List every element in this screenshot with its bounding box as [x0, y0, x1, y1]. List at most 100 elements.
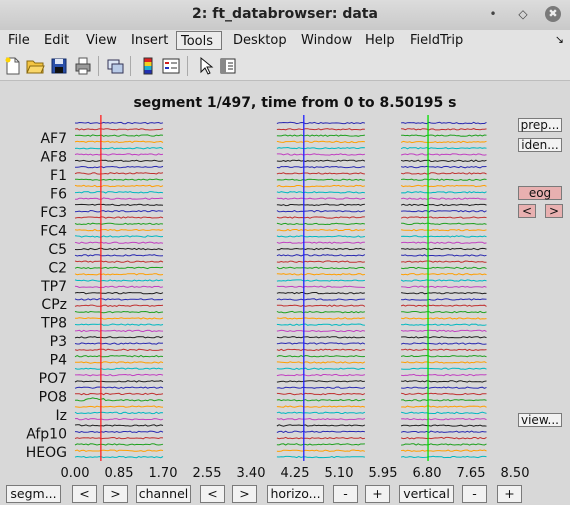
- eeg-trace: [276, 323, 365, 326]
- eeg-trace: [276, 235, 365, 238]
- eeg-trace: [401, 241, 487, 244]
- eeg-trace: [74, 411, 164, 415]
- x-tick-label: 2.55: [193, 466, 222, 481]
- eeg-trace: [74, 121, 164, 125]
- eeg-trace: [74, 336, 164, 339]
- link-figure-icon[interactable]: [105, 56, 125, 76]
- eeg-trace: [75, 178, 164, 181]
- eeg-trace: [74, 159, 164, 163]
- eeg-trace: [74, 367, 163, 370]
- eeg-trace: [75, 361, 164, 364]
- minimize-icon[interactable]: •: [485, 6, 501, 22]
- eeg-trace: [276, 336, 366, 339]
- x-tick-label: 6.80: [413, 466, 442, 481]
- property-inspector-icon[interactable]: [218, 56, 238, 76]
- preproc-button[interactable]: prep...: [518, 118, 562, 132]
- eog-button[interactable]: eog: [518, 186, 562, 200]
- menu-file[interactable]: File: [4, 31, 34, 50]
- window-titlebar: 2: ft_databrowser: data • ◇ ✖: [0, 0, 570, 31]
- restore-icon[interactable]: ◇: [515, 6, 531, 22]
- open-folder-icon[interactable]: [25, 56, 45, 76]
- segment-next-button[interactable]: >: [103, 485, 128, 503]
- eeg-trace: [74, 342, 164, 345]
- eeg-trace: [276, 348, 365, 352]
- menu-desktop[interactable]: Desktop: [229, 31, 291, 50]
- eeg-trace: [401, 449, 487, 452]
- eeg-trace: [276, 455, 365, 459]
- colorbar-icon[interactable]: [138, 56, 158, 76]
- vertical-minus-button[interactable]: -: [462, 485, 487, 503]
- vertical-plus-button[interactable]: +: [497, 485, 522, 503]
- horizontal-button[interactable]: horizo...: [267, 485, 324, 503]
- eeg-data-plot[interactable]: segment 1/497, time from 0 to 8.50195 s …: [0, 81, 570, 485]
- eeg-trace: [276, 342, 366, 345]
- horizontal-minus-button[interactable]: -: [333, 485, 358, 503]
- artifact-next-button[interactable]: >: [545, 204, 563, 218]
- menubar: File Edit View Insert Tools Desktop Wind…: [0, 30, 570, 52]
- eeg-trace: [74, 216, 164, 219]
- eeg-trace: [276, 405, 366, 408]
- view-button[interactable]: view...: [518, 413, 562, 427]
- menu-window[interactable]: Window: [297, 31, 356, 50]
- eeg-trace: [276, 279, 365, 282]
- eeg-trace: [276, 128, 365, 131]
- eeg-trace: [276, 228, 366, 232]
- eeg-trace: [74, 354, 164, 358]
- eeg-trace: [276, 209, 366, 213]
- eeg-trace: [276, 197, 365, 200]
- segment-prev-button[interactable]: <: [72, 485, 97, 503]
- toolbar-separator: [130, 56, 131, 76]
- eeg-trace: [400, 342, 487, 345]
- eeg-trace: [276, 203, 365, 207]
- channel-label: PO7: [39, 371, 67, 387]
- eeg-trace: [74, 430, 164, 434]
- channel-label: AF7: [40, 131, 67, 147]
- menu-insert[interactable]: Insert: [127, 31, 172, 50]
- eeg-trace: [74, 260, 164, 263]
- channel-label: Iz: [56, 408, 67, 424]
- eeg-trace: [276, 216, 365, 219]
- new-file-icon[interactable]: [3, 56, 23, 76]
- menu-edit[interactable]: Edit: [40, 31, 73, 50]
- eeg-trace: [276, 317, 365, 320]
- save-icon[interactable]: [49, 56, 69, 76]
- eeg-trace: [74, 235, 164, 238]
- channel-button[interactable]: channel: [136, 485, 191, 503]
- x-tick-label: 7.65: [457, 466, 486, 481]
- eeg-trace: [276, 285, 365, 288]
- horizontal-plus-button[interactable]: +: [365, 485, 390, 503]
- eeg-trace: [74, 405, 164, 408]
- eeg-trace: [400, 159, 487, 163]
- eeg-trace: [401, 247, 487, 251]
- eeg-trace: [75, 203, 164, 207]
- close-icon[interactable]: ✖: [545, 6, 561, 22]
- segment-button[interactable]: segm...: [6, 485, 61, 503]
- eeg-trace: [400, 455, 487, 459]
- menu-tools[interactable]: Tools: [176, 31, 222, 50]
- legend-icon[interactable]: [161, 56, 181, 76]
- eeg-trace: [401, 405, 487, 408]
- eeg-trace: [276, 178, 365, 181]
- menu-fieldtrip[interactable]: FieldTrip: [406, 31, 467, 50]
- menu-help[interactable]: Help: [361, 31, 399, 50]
- eeg-trace: [276, 417, 366, 421]
- vertical-button[interactable]: vertical: [399, 485, 454, 503]
- eeg-trace: [74, 348, 164, 352]
- eeg-trace: [401, 228, 487, 232]
- eeg-trace: [276, 329, 366, 333]
- eeg-trace: [401, 210, 487, 213]
- eeg-trace: [74, 273, 164, 276]
- eeg-trace: [74, 329, 164, 333]
- pointer-icon[interactable]: [195, 56, 215, 76]
- dock-arrow-icon[interactable]: ↘: [555, 33, 564, 46]
- channel-next-button[interactable]: >: [232, 485, 257, 503]
- eeg-trace: [276, 298, 365, 301]
- print-icon[interactable]: [73, 56, 93, 76]
- identify-button[interactable]: iden...: [518, 138, 562, 152]
- channel-label: PO8: [39, 390, 67, 406]
- channel-prev-button[interactable]: <: [200, 485, 225, 503]
- eeg-trace: [74, 172, 164, 175]
- artifact-prev-button[interactable]: <: [518, 204, 536, 218]
- eeg-trace: [276, 247, 365, 251]
- menu-view[interactable]: View: [82, 31, 121, 50]
